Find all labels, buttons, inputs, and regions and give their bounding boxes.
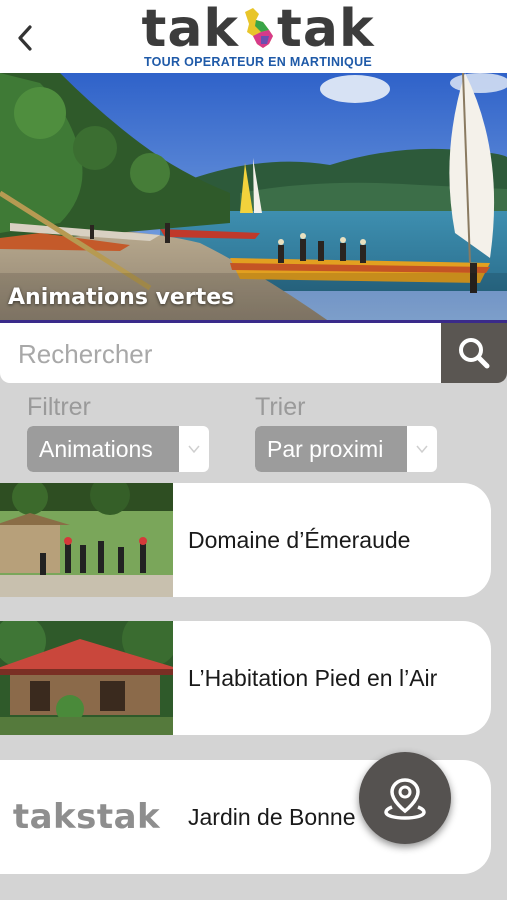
filter-label: Filtrer xyxy=(27,393,91,421)
search-input[interactable] xyxy=(16,333,440,375)
chevron-down-icon xyxy=(179,426,209,472)
sort-value: Par proximi xyxy=(255,426,407,472)
filter-value: Animations xyxy=(27,426,179,472)
item-thumbnail xyxy=(0,621,173,735)
list-item[interactable]: L’Habitation Pied en l’Air xyxy=(0,621,491,735)
search-button[interactable] xyxy=(441,323,507,383)
logo-right: tak xyxy=(277,0,375,59)
chevron-down-icon xyxy=(407,426,437,472)
martinique-map-icon xyxy=(245,8,273,48)
list-item[interactable]: Domaine d’Émeraude xyxy=(0,483,491,597)
back-button[interactable] xyxy=(10,20,40,56)
item-thumbnail: takstak xyxy=(0,760,173,874)
hero-title: Animations vertes xyxy=(8,285,235,310)
sort-select[interactable]: Par proximi xyxy=(255,426,437,472)
takstak-logo: tak tak TOUR OPERATEUR EN MARTINIQUE xyxy=(138,2,378,72)
item-name: L’Habitation Pied en l’Air xyxy=(188,665,438,691)
map-button[interactable] xyxy=(359,752,451,844)
chevron-left-icon xyxy=(18,25,32,51)
item-name: Jardin de Bonne xyxy=(188,804,356,830)
logo-tagline: TOUR OPERATEUR EN MARTINIQUE xyxy=(143,55,373,69)
app-header: tak tak TOUR OPERATEUR EN MARTINIQUE xyxy=(0,0,507,73)
map-pin-icon xyxy=(384,778,426,820)
filter-select[interactable]: Animations xyxy=(27,426,209,472)
hero-image: Animations vertes xyxy=(0,73,507,322)
search-bar xyxy=(0,323,507,383)
item-thumbnail xyxy=(0,483,173,597)
takstak-logo: takstak xyxy=(12,797,161,837)
sort-label: Trier xyxy=(255,393,306,421)
item-name: Domaine d’Émeraude xyxy=(188,527,411,553)
search-icon xyxy=(459,338,490,369)
logo-left: tak xyxy=(141,0,239,59)
